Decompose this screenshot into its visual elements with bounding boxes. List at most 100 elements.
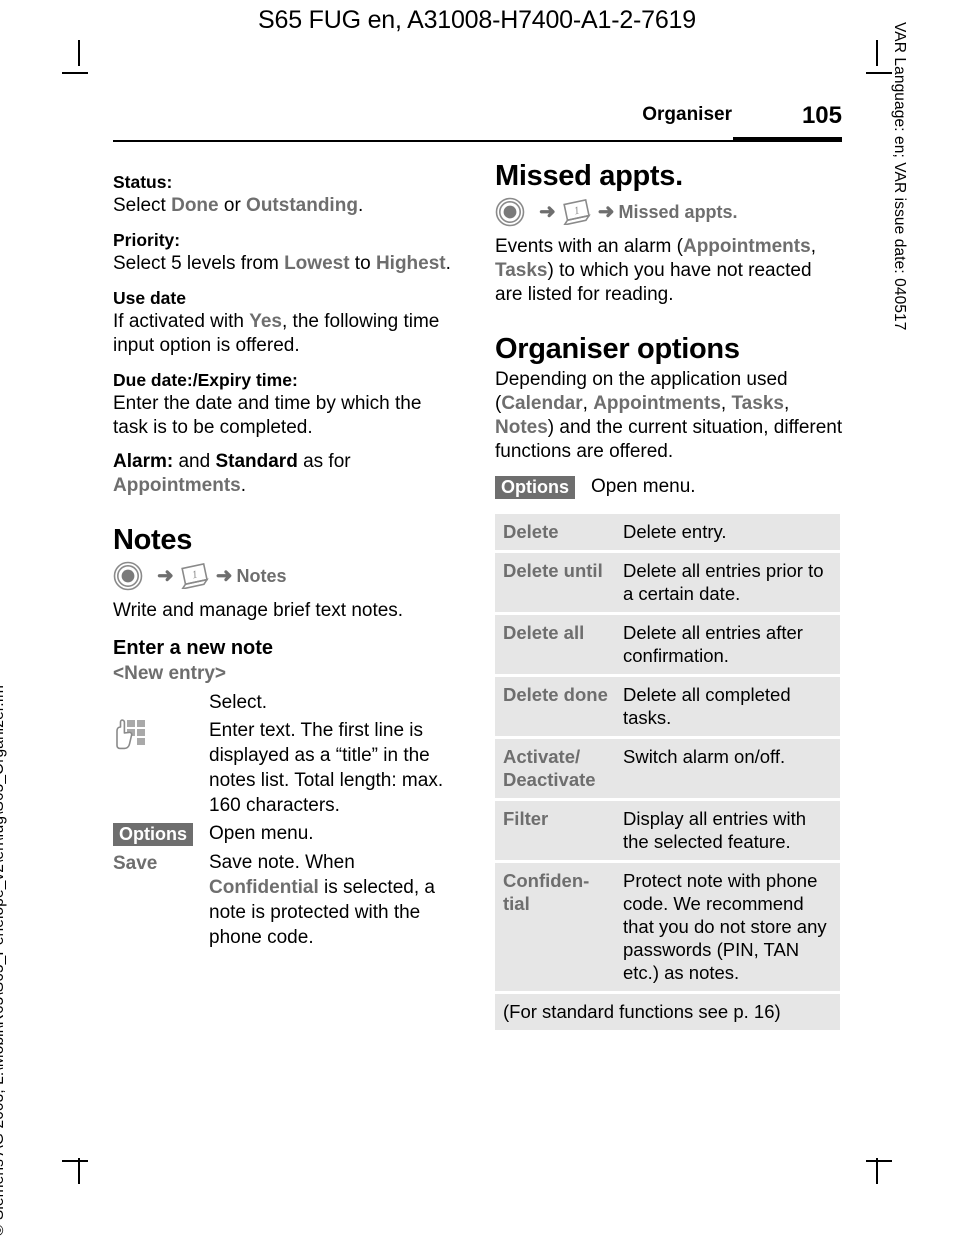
joystick-icon [495, 197, 525, 227]
crop-mark-bottom-left-horizontal [62, 1160, 88, 1162]
option-desc: Delete all completed tasks. [617, 675, 840, 739]
save-softkey[interactable]: Save [113, 850, 209, 876]
option-name: Delete done [495, 675, 617, 739]
right-column: Missed appts. ➜ 1 ➜ Missed appts. Events… [495, 160, 843, 1030]
save-row: Save Save note. When Confidential is sel… [113, 850, 461, 950]
option-desc: Delete all entries prior to a certain da… [617, 551, 840, 615]
priority-term-lowest: Lowest [284, 253, 350, 274]
arrow-right-icon-2: ➜ [215, 565, 233, 587]
use-date-text: If activated with Yes, the following tim… [113, 310, 461, 358]
table-footnote: (For standard functions see p. 16) [495, 992, 840, 1030]
option-name: Filter [495, 799, 617, 863]
oo-term-notes: Notes [495, 417, 548, 438]
missed-appts-title: Missed appts. [495, 160, 683, 192]
joystick-icon [113, 561, 143, 591]
crop-mark-top-right-horizontal [866, 72, 892, 74]
organiser-options-table: Delete Delete entry. Delete until Delete… [495, 514, 840, 1030]
options-softkey[interactable]: Options [495, 476, 575, 499]
margin-note-right: VAR Language: en; VAR issue date: 040517 [891, 22, 908, 331]
option-desc: Display all entries with the selected fe… [617, 799, 840, 863]
status-text-middle: or [218, 195, 247, 216]
chapter-title: Organiser [642, 104, 732, 125]
save-desc-term-confidential: Confidential [209, 877, 319, 898]
oo-term-appointments: Appointments [593, 393, 721, 414]
table-footnote-row: (For standard functions see p. 16) [495, 992, 840, 1030]
priority-text-after: . [445, 253, 451, 274]
arrow-right-icon: ➜ [157, 565, 174, 587]
organiser-calendar-icon: 1 [178, 562, 212, 591]
status-term-outstanding: Outstanding [246, 195, 358, 216]
header-rule-thin [113, 140, 733, 142]
organiser-options-title: Organiser options [495, 333, 740, 365]
due-date-text: Enter the date and time by which the tas… [113, 393, 422, 438]
alarm-term-standard: Standard [215, 451, 298, 472]
missed-appts-nav-label: Missed appts. [618, 201, 738, 222]
new-entry-select-row: Select. [113, 690, 461, 715]
table-row: Delete until Delete all entries prior to… [495, 551, 840, 615]
arrow-right-icon: ➜ [539, 201, 556, 223]
table-row: Delete Delete entry. [495, 514, 840, 553]
priority-text: Select 5 levels from Lowest to Highest. [113, 252, 461, 276]
save-desc-before: Save note. When [209, 852, 355, 873]
use-date-text-before: If activated with [113, 311, 250, 332]
notes-description: Write and manage brief text notes. [113, 600, 404, 621]
enter-new-note-heading: Enter a new note [113, 637, 274, 659]
status-text-after: . [357, 195, 364, 216]
option-name: Activate/ Deactivate [495, 737, 617, 801]
options-desc-left: Open menu. [209, 823, 314, 844]
alarm-text: Alarm: and Standard as for Appointments. [113, 450, 461, 498]
status-text: Select Done or Outstanding. [113, 194, 461, 218]
table-row: Filter Display all entries with the sele… [495, 799, 840, 863]
enter-text-row: Enter text. The first line is displayed … [113, 718, 461, 818]
new-entry-label: <New entry> [113, 662, 461, 686]
missed-term-tasks: Tasks [495, 260, 548, 281]
option-name: Confiden- tial [495, 861, 617, 994]
priority-term-highest: Highest [375, 253, 446, 274]
due-date-heading: Due date:/Expiry time: [113, 370, 298, 390]
new-entry-select-term [113, 690, 209, 691]
options-row-right: Options Open menu. [495, 474, 843, 500]
running-head: S65 FUG en, A31008-H7400-A1-2-7619 [258, 6, 696, 34]
margin-note-left: © Siemens AG 2003, L:\Mobil\R65\S65_Pene… [0, 684, 7, 1236]
status-heading: Status: [113, 172, 173, 192]
crop-mark-bottom-right-horizontal [866, 1160, 892, 1162]
option-desc: Delete all entries after confirmation. [617, 613, 840, 677]
oo-term-calendar: Calendar [501, 393, 583, 414]
options-softkey[interactable]: Options [113, 823, 193, 846]
status-term-done: Done [171, 195, 219, 216]
missed-appts-description: Events with an alarm (Appointments, Task… [495, 235, 843, 307]
priority-heading: Priority: [113, 230, 181, 250]
option-desc: Delete entry. [617, 514, 840, 553]
crop-mark-top-right-vertical [876, 40, 878, 66]
option-desc: Switch alarm on/off. [617, 737, 840, 801]
option-name: Delete all [495, 613, 617, 677]
svg-text:1: 1 [191, 569, 199, 582]
arrow-right-icon-2: ➜ [597, 201, 615, 223]
notes-nav-path: ➜ 1 ➜ Notes [113, 559, 461, 593]
crop-mark-top-left-vertical [78, 40, 80, 66]
left-column: Status: Select Done or Outstanding. Prio… [113, 160, 461, 953]
keypad-icon [113, 719, 153, 758]
keypad-icon-cell [113, 718, 209, 760]
use-date-term-yes: Yes [249, 311, 282, 332]
table-row: Activate/ Deactivate Switch alarm on/off… [495, 737, 840, 801]
notes-title: Notes [113, 524, 193, 556]
page-header: Organiser 105 [113, 102, 842, 144]
table-row: Delete all Delete all entries after conf… [495, 613, 840, 677]
organiser-calendar-icon: 1 [560, 198, 594, 227]
table-row: Confiden- tial Protect note with phone c… [495, 861, 840, 994]
option-name: Delete until [495, 551, 617, 615]
missed-term-appointments: Appointments [682, 236, 811, 257]
table-row: Delete done Delete all completed tasks. [495, 675, 840, 739]
notes-nav-label: Notes [236, 565, 287, 586]
priority-text-middle: to [349, 253, 376, 274]
oo-term-tasks: Tasks [731, 393, 784, 414]
option-desc: Protect note with phone code. We recomme… [617, 861, 840, 994]
save-desc: Save note. When Confidential is selected… [209, 850, 461, 950]
new-entry-term: <New entry> [113, 663, 226, 684]
options-desc-right: Open menu. [591, 476, 696, 497]
missed-desc-before: Events with an alarm ( [495, 236, 683, 257]
alarm-term-appointments: Appointments [113, 475, 241, 496]
alarm-term-alarm: Alarm: [113, 451, 174, 472]
status-text-before: Select [113, 195, 172, 216]
